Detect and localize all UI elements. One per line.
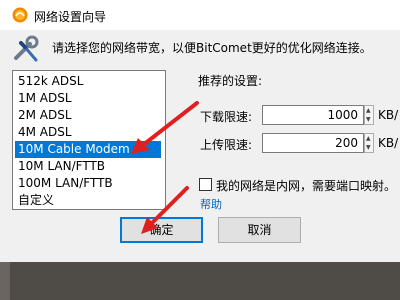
bandwidth-option-100m-lan[interactable]: 100M LAN/FTTB <box>18 175 113 192</box>
ok-button[interactable]: 确定 <box>120 217 203 243</box>
upload-limit-label: 上传限速: <box>200 138 253 152</box>
bandwidth-option-1m-adsl[interactable]: 1M ADSL <box>18 90 72 107</box>
download-unit: KB/ <box>378 108 399 122</box>
cancel-button[interactable]: 取消 <box>218 217 301 243</box>
download-limit-label: 下载限速: <box>200 110 253 124</box>
bandwidth-option-2m-adsl[interactable]: 2M ADSL <box>18 107 72 124</box>
window-title: 网络设置向导 <box>34 10 107 24</box>
spin-up-icon[interactable]: ▲ <box>366 135 372 143</box>
download-limit-input[interactable]: 1000 <box>262 105 364 125</box>
network-setup-dialog: 网络设置向导 请选择您的网络带宽，以便BitComet更好的优化网络连接。 51… <box>0 0 400 262</box>
bandwidth-option-custom[interactable]: 自定义 <box>18 192 54 209</box>
upload-unit: KB/ <box>378 136 399 150</box>
bandwidth-option-512k-adsl[interactable]: 512k ADSL <box>18 73 83 90</box>
help-link[interactable]: 帮助 <box>200 196 222 212</box>
bandwidth-option-4m-adsl[interactable]: 4M ADSL <box>18 124 72 141</box>
title-bar: 网络设置向导 <box>0 0 400 30</box>
wrench-screwdriver-icon <box>14 35 39 62</box>
bandwidth-option-10m-lan[interactable]: 10M LAN/FTTB <box>18 158 105 175</box>
spin-down-icon[interactable]: ▼ <box>366 116 372 124</box>
lan-port-mapping-checkbox[interactable] <box>199 178 212 191</box>
spin-down-icon[interactable]: ▼ <box>366 144 372 152</box>
bitcomet-app-icon <box>12 7 28 23</box>
upload-limit-spinner[interactable]: ▲ ▼ <box>364 133 374 153</box>
recommended-settings-label: 推荐的设置: <box>198 74 263 88</box>
instruction-text: 请选择您的网络带宽，以便BitComet更好的优化网络连接。 <box>52 41 372 55</box>
spin-up-icon[interactable]: ▲ <box>366 107 372 115</box>
bandwidth-listbox[interactable]: 512k ADSL 1M ADSL 2M ADSL 4M ADSL 10M Ca… <box>12 70 166 210</box>
upload-limit-input[interactable]: 200 <box>262 133 364 153</box>
bandwidth-option-10m-cable-modem[interactable]: 10M Cable Modem <box>15 141 161 158</box>
download-limit-spinner[interactable]: ▲ ▼ <box>364 105 374 125</box>
lan-port-mapping-label[interactable]: 我的网络是内网，需要端口映射。 <box>216 177 396 194</box>
background-bottom-strip <box>10 262 400 300</box>
